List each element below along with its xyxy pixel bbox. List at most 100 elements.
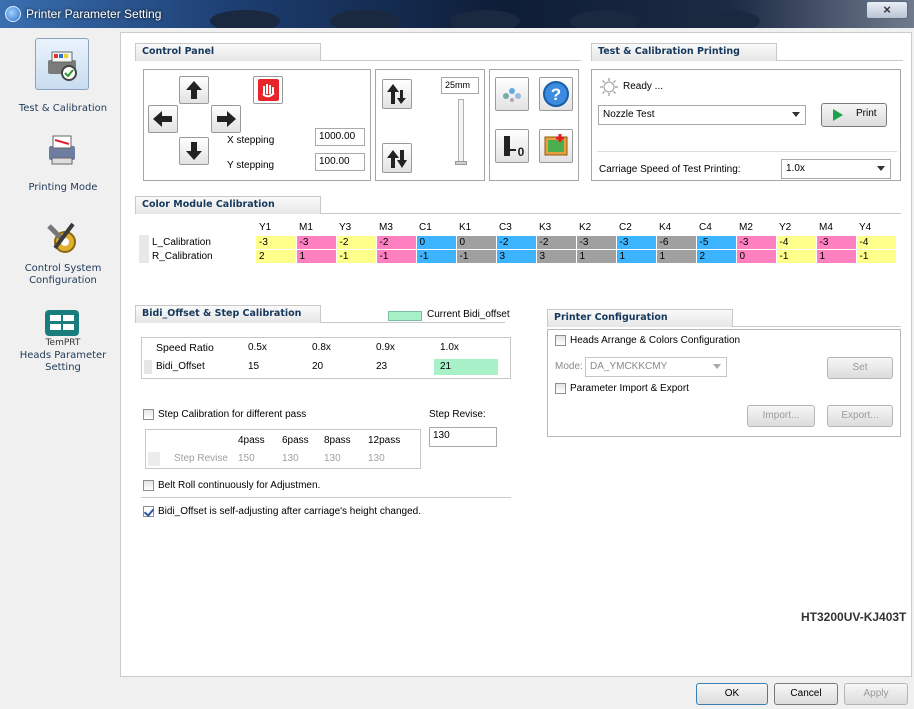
step-revise-input[interactable]: 130 — [429, 427, 497, 447]
divider — [597, 151, 897, 152]
calibration-cell[interactable]: 2 — [256, 248, 297, 263]
bidi-offset-cell[interactable]: 21 — [440, 361, 451, 372]
belt-roll-checkbox[interactable] — [143, 480, 154, 491]
bidi-offset-label: Bidi_Offset — [156, 361, 205, 372]
help-button[interactable]: ? — [539, 77, 573, 111]
apply-button[interactable]: Apply — [844, 683, 908, 705]
calibration-cell[interactable]: -3 — [256, 234, 297, 249]
row-header — [144, 360, 152, 374]
home-origin-button[interactable]: 0 — [495, 129, 529, 163]
calibration-cell[interactable]: -5 — [696, 234, 737, 249]
set-button[interactable]: Set — [827, 357, 893, 379]
sidebar: Test & Calibration Printing Mode Control… — [8, 32, 118, 677]
calibration-cell[interactable]: -3 — [576, 234, 617, 249]
test-pattern-select[interactable]: Nozzle Test — [598, 105, 806, 125]
calibration-cell[interactable]: 2 — [696, 248, 737, 263]
print-button[interactable]: Print — [821, 103, 887, 127]
divider — [321, 322, 505, 323]
move-up-button[interactable] — [179, 76, 209, 104]
calibration-cell[interactable]: -1 — [336, 248, 377, 263]
distance-slider-thumb[interactable] — [455, 161, 467, 165]
calibration-cell[interactable]: -1 — [776, 248, 817, 263]
calibration-cell[interactable]: -2 — [336, 234, 377, 249]
calibration-cell[interactable]: -3 — [736, 234, 777, 249]
image-add-button[interactable] — [539, 129, 573, 163]
bidi-offset-cell[interactable]: 23 — [376, 361, 387, 372]
calibration-cell[interactable]: 0 — [736, 248, 777, 263]
temprt-logo-text: TemPRT — [45, 338, 81, 348]
carriage-speed-value: 1.0x — [786, 163, 805, 174]
calibration-cell[interactable]: -4 — [776, 234, 817, 249]
bidi-offset-cell[interactable]: 20 — [312, 361, 323, 372]
bidi-offset-table: Speed Ratio 0.5x 0.8x 0.9x 1.0x Bidi_Off… — [141, 337, 511, 379]
calibration-cell[interactable]: -2 — [376, 234, 417, 249]
ink-drops-button[interactable] — [495, 77, 529, 111]
calibration-cell[interactable]: -3 — [616, 234, 657, 249]
y-stepping-input[interactable]: 100.00 — [315, 153, 365, 171]
export-button[interactable]: Export... — [827, 405, 893, 427]
column-header: K1 — [459, 222, 472, 234]
move-down-button[interactable] — [179, 137, 209, 165]
carriage-down-button[interactable] — [382, 143, 412, 173]
bidi-offset-cell[interactable]: 15 — [248, 361, 259, 372]
calibration-cell[interactable]: 1 — [576, 248, 617, 263]
stop-button[interactable] — [253, 76, 283, 104]
self-adjust-checkbox[interactable] — [143, 506, 154, 517]
printer-status-text: Ready ... — [623, 81, 664, 92]
calibration-cell[interactable]: 3 — [496, 248, 537, 263]
calibration-cell[interactable]: -4 — [856, 234, 897, 249]
calibration-cell[interactable]: -1 — [376, 248, 417, 263]
sidebar-item-test-calibration[interactable]: Test & Calibration — [8, 38, 118, 118]
calibration-cell[interactable]: -1 — [416, 248, 457, 263]
column-header: Y4 — [859, 222, 872, 234]
calibration-cell[interactable]: 1 — [656, 248, 697, 263]
sidebar-item-heads-parameter[interactable]: TemPRT Heads Parameter Setting — [8, 308, 118, 388]
ok-button[interactable]: OK — [696, 683, 768, 705]
calibration-cell[interactable]: -2 — [496, 234, 537, 249]
step-revise-label: Step Revise: — [429, 409, 486, 420]
speed-ratio-cell: 0.9x — [376, 342, 395, 353]
import-button[interactable]: Import... — [747, 405, 815, 427]
calibration-cell[interactable]: -1 — [456, 248, 497, 263]
calibration-cell[interactable]: -3 — [816, 234, 857, 249]
pass-header: 6pass — [282, 435, 309, 446]
step-calibration-checkbox[interactable] — [143, 409, 154, 420]
speed-ratio-header: Speed Ratio — [156, 342, 214, 354]
cancel-button[interactable]: Cancel — [774, 683, 838, 705]
color-module-header: Color Module Calibration — [135, 196, 321, 214]
sidebar-item-label: Control System Configuration — [24, 263, 102, 286]
divider — [733, 326, 901, 327]
column-header: C3 — [499, 222, 512, 234]
pass-header: 4pass — [238, 435, 265, 446]
model-name: HT3200UV-KJ403T — [801, 610, 907, 624]
sidebar-item-control-system[interactable]: Control System Configuration — [8, 220, 118, 290]
calibration-cell[interactable]: 0 — [416, 234, 457, 249]
carriage-speed-select[interactable]: 1.0x — [781, 159, 891, 179]
calibration-cell[interactable]: 1 — [616, 248, 657, 263]
calibration-cell[interactable]: -6 — [656, 234, 697, 249]
carriage-up-button[interactable] — [382, 79, 412, 109]
calibration-cell[interactable]: 1 — [296, 248, 337, 263]
sidebar-item-printing-mode[interactable]: Printing Mode — [8, 132, 118, 202]
heads-arrange-checkbox[interactable] — [555, 335, 566, 346]
printhead-icon — [45, 310, 79, 336]
distance-input[interactable]: 25mm — [441, 77, 479, 94]
bidi-header: Bidi_Offset & Step Calibration — [135, 305, 321, 323]
calibration-cell[interactable]: -2 — [536, 234, 577, 249]
mode-select[interactable]: DA_YMCKKCMY — [585, 357, 727, 377]
move-left-button[interactable] — [148, 105, 178, 133]
close-button[interactable]: × — [866, 1, 908, 19]
x-stepping-label: X stepping — [227, 135, 275, 146]
calibration-cell[interactable]: -1 — [856, 248, 897, 263]
calibration-cell[interactable]: 1 — [816, 248, 857, 263]
param-import-export-checkbox[interactable] — [555, 383, 566, 394]
calibration-cell[interactable]: -3 — [296, 234, 337, 249]
distance-slider-track[interactable] — [458, 99, 464, 163]
current-bidi-legend-swatch — [388, 311, 422, 321]
move-right-button[interactable] — [211, 105, 241, 133]
column-header: M4 — [819, 222, 833, 234]
calibration-cell[interactable]: 0 — [456, 234, 497, 249]
calibration-cell[interactable]: 3 — [536, 248, 577, 263]
mode-label: Mode: — [555, 361, 583, 372]
x-stepping-input[interactable]: 1000.00 — [315, 128, 365, 146]
